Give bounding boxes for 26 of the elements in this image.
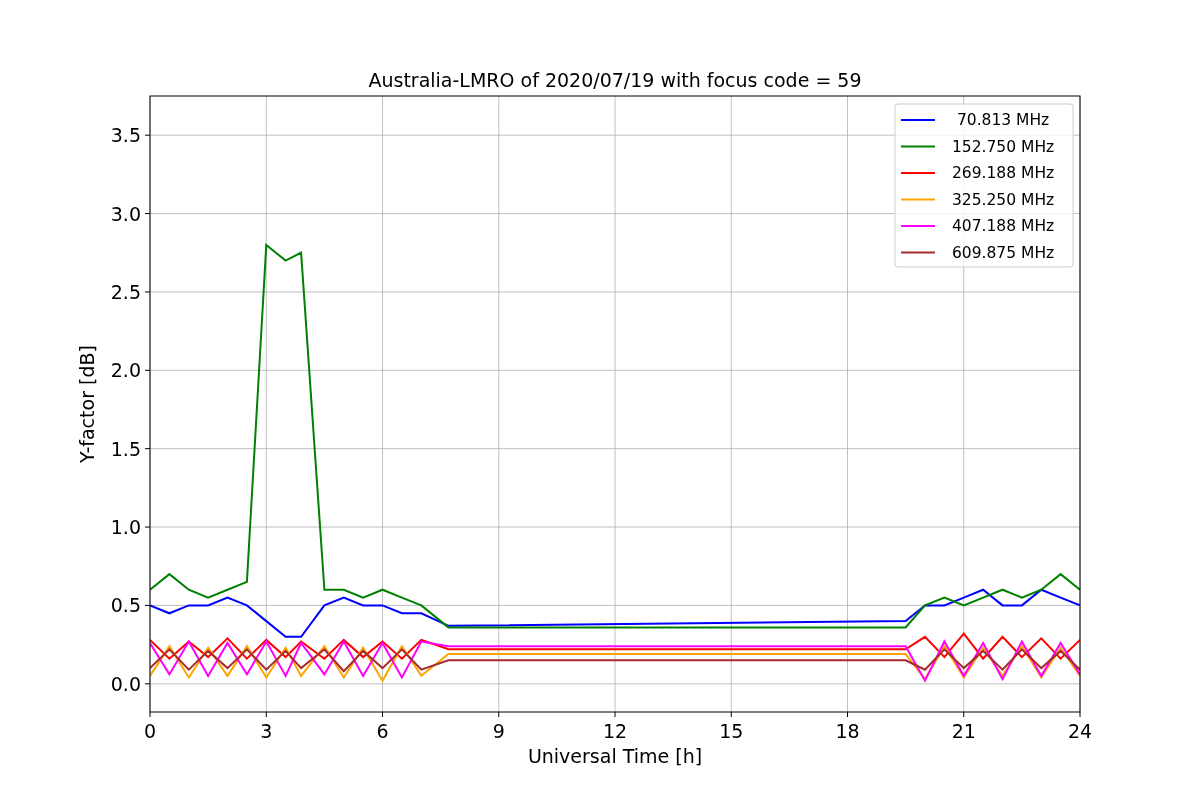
- y-tick-label: 3.0: [110, 202, 141, 225]
- x-tick-label: 18: [835, 720, 860, 742]
- x-tick-label: 3: [260, 720, 273, 742]
- legend-label: 269.188 MHz: [952, 164, 1055, 182]
- y-tick-label: 2.0: [110, 359, 141, 382]
- x-tick-label: 12: [602, 720, 628, 742]
- y-axis-label: Y-factor [dB]: [76, 345, 98, 463]
- legend-label: 70.813 MHz: [956, 111, 1050, 129]
- y-tick-label: 1.0: [110, 516, 141, 539]
- x-tick-label: 24: [1067, 720, 1093, 742]
- legend-label: 609.875 MHz: [952, 243, 1055, 262]
- y-tick-label: 3.5: [110, 124, 141, 147]
- x-tick-label: 21: [951, 720, 976, 742]
- x-tick-label: 9: [492, 720, 505, 742]
- chart-title: Australia-LMRO of 2020/07/19 with focus code = 59: [368, 69, 862, 91]
- y-tick-label: 1.5: [110, 437, 141, 460]
- legend-label: 325.250 MHz: [952, 190, 1055, 209]
- legend-label: 152.750 MHz: [952, 137, 1055, 156]
- x-tick-label: 0: [143, 720, 157, 742]
- x-axis-label: Universal Time [h]: [527, 745, 703, 767]
- x-tick-label: 15: [719, 720, 744, 742]
- x-tick-label: 6: [376, 720, 389, 742]
- y-tick-label: 0.0: [110, 672, 141, 695]
- y-tick-label: 2.5: [110, 280, 141, 303]
- y-tick-label: 0.5: [110, 594, 141, 617]
- legend-label: 407.188 MHz: [952, 217, 1055, 235]
